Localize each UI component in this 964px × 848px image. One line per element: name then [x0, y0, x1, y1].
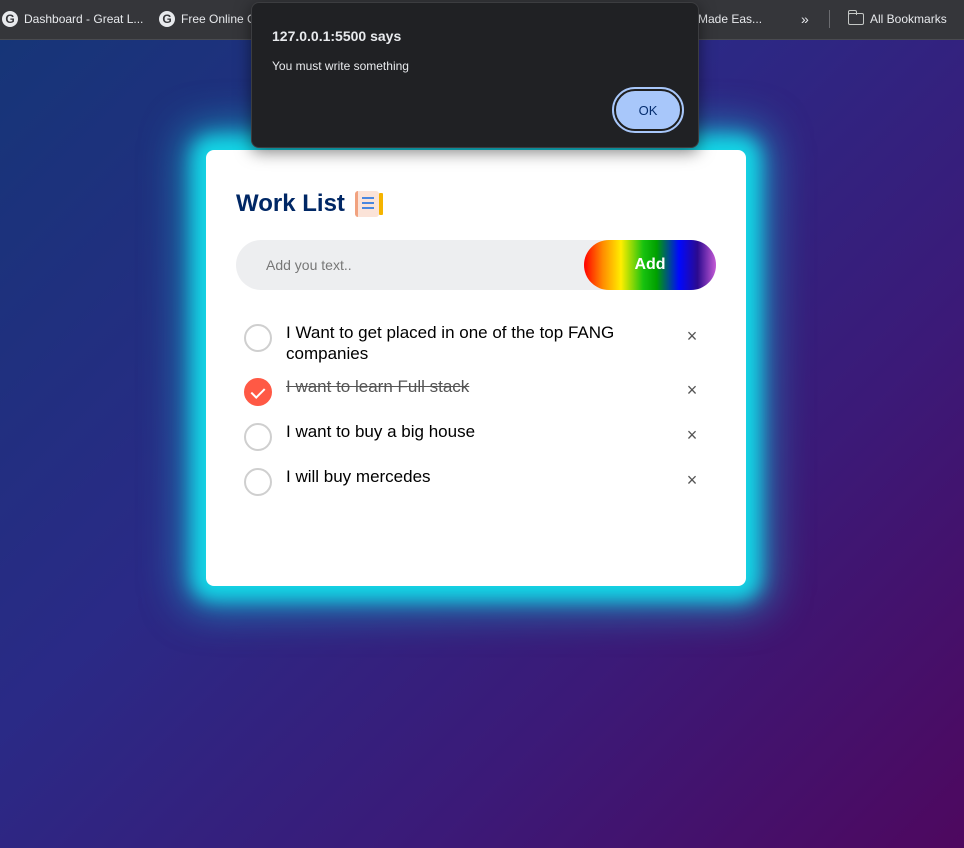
alert-title: 127.0.0.1:5500 says — [272, 28, 402, 44]
ok-button[interactable]: OK — [612, 87, 684, 133]
todo-card: Work List Add I Want to get placed in on… — [206, 150, 746, 586]
task-item[interactable]: I Want to get placed in one of the top F… — [236, 310, 716, 364]
checked-circle-icon[interactable] — [244, 378, 272, 406]
add-button[interactable]: Add — [584, 240, 716, 290]
task-input[interactable] — [236, 257, 584, 273]
google-favicon-icon: G — [159, 11, 175, 27]
bookmark-dashboard[interactable]: G Dashboard - Great L... — [2, 0, 143, 38]
notepad-icon — [354, 191, 383, 217]
task-text: I will buy mercedes — [286, 467, 431, 486]
task-text: I Want to get placed in one of the top F… — [286, 323, 615, 363]
alert-dialog: 127.0.0.1:5500 says You must write somet… — [251, 2, 699, 148]
close-icon[interactable]: × — [680, 468, 704, 492]
all-bookmarks-button[interactable]: All Bookmarks — [847, 0, 947, 38]
folder-icon — [847, 10, 864, 25]
bookmarks-separator — [829, 10, 830, 28]
bookmark-label: Free Online C — [181, 12, 256, 26]
task-list: I Want to get placed in one of the top F… — [236, 310, 716, 499]
close-icon[interactable]: × — [680, 378, 704, 402]
close-icon[interactable]: × — [680, 324, 704, 348]
unchecked-circle-icon[interactable] — [244, 468, 272, 496]
task-text: I want to learn Full stack — [286, 377, 470, 396]
task-item[interactable]: I want to buy a big house × — [236, 409, 716, 454]
bookmark-made-easy[interactable]: Made Eas... — [698, 0, 762, 38]
bookmark-label: Made Eas... — [698, 12, 763, 26]
alert-message: You must write something — [272, 59, 409, 73]
task-item[interactable]: I want to learn Full stack × — [236, 364, 716, 409]
bookmark-free-online[interactable]: G Free Online C — [159, 0, 256, 38]
add-task-row: Add — [236, 240, 716, 290]
unchecked-circle-icon[interactable] — [244, 423, 272, 451]
close-icon[interactable]: × — [680, 423, 704, 447]
google-favicon-icon: G — [2, 11, 18, 27]
task-text: I want to buy a big house — [286, 422, 476, 441]
title-text: Work List — [236, 190, 345, 217]
bookmark-label: Dashboard - Great L... — [24, 12, 144, 26]
unchecked-circle-icon[interactable] — [244, 324, 272, 352]
task-item[interactable]: I will buy mercedes × — [236, 454, 716, 499]
page-title: Work List — [236, 190, 383, 218]
more-bookmarks-chevron-icon[interactable]: » — [801, 0, 809, 38]
all-bookmarks-label: All Bookmarks — [870, 12, 947, 26]
